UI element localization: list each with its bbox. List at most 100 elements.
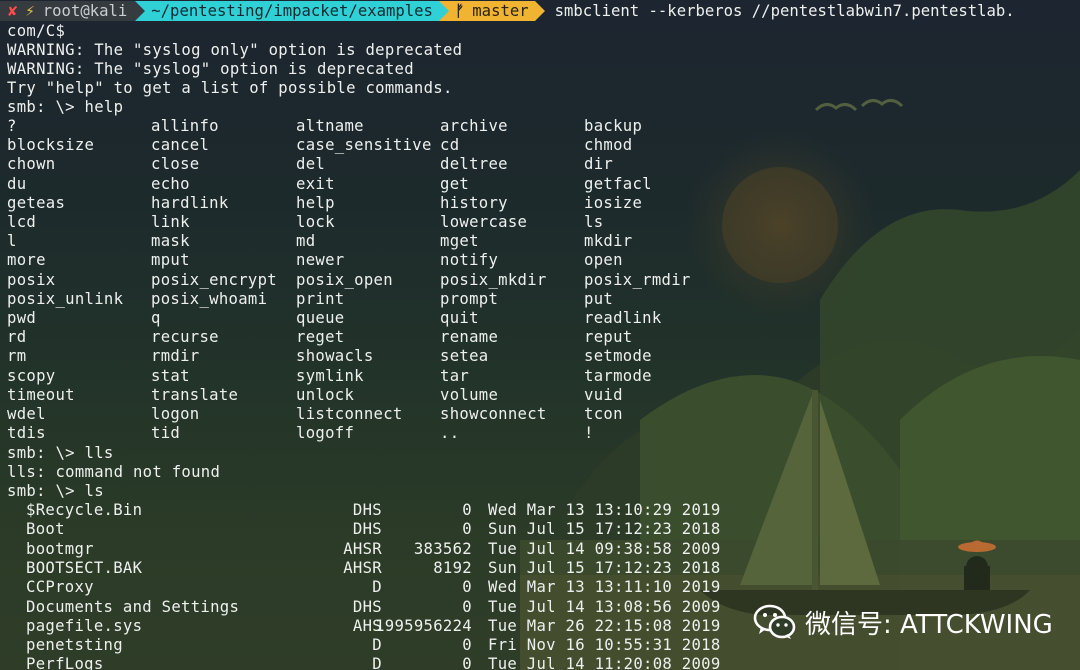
file-size: 0 [462, 636, 472, 655]
file-name: Documents and Settings [26, 597, 240, 616]
git-branch-icon: ᚠ [454, 2, 465, 20]
help-command: open [584, 251, 623, 270]
powerline-separator-icon [534, 1, 545, 21]
file-row: bootmgr AHSR 383562 Tue Jul 14 09:38:58 200… [0, 540, 1080, 559]
error-status-icon: ✘ [8, 2, 18, 20]
prompt-user-host: root@kali [42, 2, 128, 20]
file-date: Fri Nov 16 10:55:31 2018 [488, 636, 721, 655]
help-command: logon [151, 405, 200, 423]
help-command: ? [7, 117, 17, 135]
help-command: logoff [296, 424, 355, 443]
help-command: close [151, 155, 200, 174]
help-command: link [151, 213, 190, 231]
file-size: 0 [462, 655, 472, 670]
help-command: reput [584, 328, 633, 347]
file-name: PerfLogs [26, 655, 104, 670]
file-attributes: AHSR [343, 558, 382, 577]
help-command: lcd [7, 213, 37, 231]
help-command: tdis [7, 424, 46, 443]
help-command: blocksize [7, 136, 95, 155]
help-command: put [584, 289, 614, 308]
help-command: del [296, 155, 326, 174]
terminal-window[interactable]: ✘ ⚡ root@kali ~/pentesting/impacket/exam… [0, 0, 1080, 670]
bird-shape [814, 103, 858, 112]
file-attributes: D [372, 655, 382, 670]
file-row: BOOTSECT.BAK AHSR 8192 Sun Jul 15 17:12:23 … [0, 559, 1080, 578]
file-date: Tue Jul 14 09:38:58 2009 [488, 539, 721, 558]
smb-prompt-line: smb: \> ls [7, 482, 104, 500]
help-command: scopy [7, 366, 56, 385]
wechat-watermark: 微信号: ATTCKWING [753, 601, 1053, 643]
help-command: rm [7, 347, 27, 366]
help-command: wdel [7, 405, 46, 423]
powerline-separator-icon [135, 1, 146, 21]
help-command: tar [440, 366, 470, 385]
help-command: showacls [296, 347, 374, 366]
help-command: posix_rmdir [584, 270, 691, 289]
help-command: volume [440, 385, 499, 404]
file-name: bootmgr [26, 539, 94, 558]
output-line: WARNING: The "syslog" option is deprecat… [7, 60, 414, 78]
help-command: posix_open [296, 270, 393, 289]
help-command: backup [584, 117, 643, 135]
file-date: Sun Jul 15 17:12:23 2018 [488, 558, 721, 577]
file-row: PerfLogs D 0 Tue Jul 14 11:20:08 2009 [0, 655, 1080, 670]
help-command: setea [440, 347, 489, 366]
file-attributes: DHS [352, 597, 382, 616]
help-command: allinfo [151, 117, 219, 135]
help-command: dir [584, 155, 614, 174]
bird-shape [860, 99, 904, 108]
help-command: ! [584, 424, 594, 443]
help-command: mkdir [584, 232, 633, 251]
help-command: getfacl [584, 174, 652, 193]
help-command: notify [440, 251, 499, 270]
file-date: Tue Jul 14 13:08:56 2009 [488, 597, 721, 616]
help-command: symlink [296, 366, 364, 385]
smb-prompt-line: smb: \> help [7, 98, 124, 116]
file-date: Wed Mar 13 13:10:29 2019 [488, 501, 721, 519]
help-command: lock [296, 213, 335, 231]
file-name: penetsting [26, 636, 123, 655]
help-command: chown [7, 155, 56, 174]
help-command: reget [296, 328, 345, 347]
smb-prompt-line: smb: \> lls [7, 444, 114, 462]
help-command: ls [584, 213, 604, 231]
file-date: Sun Jul 15 17:12:23 2018 [488, 520, 721, 539]
help-command: echo [151, 174, 190, 193]
file-date: Tue Jul 14 11:20:08 2009 [488, 655, 721, 670]
help-command: case_sensitive [296, 136, 432, 155]
help-command: recurse [151, 328, 219, 347]
powerline-separator-icon [438, 1, 449, 21]
file-size: 8192 [433, 558, 472, 577]
file-attributes: AHSR [343, 539, 382, 558]
help-command: deltree [440, 155, 508, 174]
help-command: stat [151, 366, 190, 385]
help-command: geteas [7, 193, 66, 212]
file-size: 0 [462, 501, 472, 519]
file-name: CCProxy [26, 578, 94, 597]
wechat-icon [753, 604, 796, 639]
help-command: iosize [584, 193, 643, 212]
help-command: mget [440, 232, 479, 251]
command-text: smbclient --kerberos //pentestlabwin7.pe… [554, 2, 1015, 20]
file-attributes: DHS [352, 520, 382, 539]
help-command: posix_unlink [7, 289, 124, 308]
help-command: showconnect [440, 405, 547, 423]
help-command: .. [440, 424, 460, 443]
help-command: tid [151, 424, 181, 443]
shell-prompt: ✘ ⚡ root@kali ~/pentesting/impacket/exam… [0, 1, 1015, 21]
watermark-text: 微信号: ATTCKWING [805, 609, 1053, 640]
file-size: 1995956224 [375, 616, 472, 635]
file-size: 0 [462, 597, 472, 616]
help-command: tcon [584, 405, 623, 423]
help-command: prompt [440, 289, 499, 308]
help-command: queue [296, 309, 345, 327]
help-command: cd [440, 136, 460, 155]
help-command: posix_whoami [151, 289, 268, 308]
prompt-path-segment: ~/pentesting/impacket/examples [145, 1, 439, 21]
help-command: print [296, 289, 345, 308]
help-command: archive [440, 117, 508, 135]
file-row: $Recycle.Bin DHS 0 Wed Mar 13 13:10:29 2019 [0, 501, 1080, 520]
help-command: pwd [7, 309, 37, 327]
help-command: cancel [151, 136, 210, 155]
